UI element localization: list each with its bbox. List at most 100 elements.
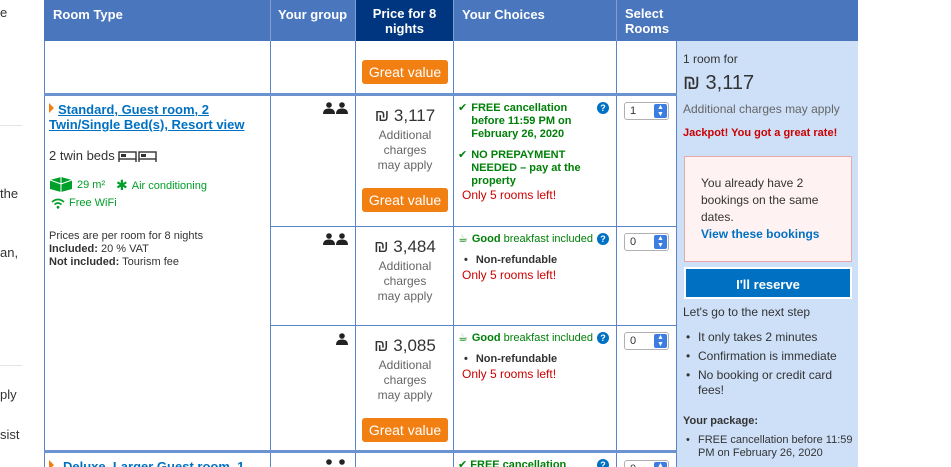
benefit-item: Confirmation is immediate bbox=[683, 347, 855, 366]
bed-label: 2 twin beds bbox=[49, 148, 115, 163]
header-price: Price for 8 nights bbox=[356, 0, 454, 41]
help-icon[interactable]: ? bbox=[597, 102, 609, 114]
price-info-not-included: Not included: Tourism fee bbox=[49, 256, 203, 269]
additional-charges: Additional charges may apply bbox=[377, 128, 433, 172]
benefit-item: No booking or credit card fees! bbox=[683, 368, 855, 398]
room-title-link[interactable]: Standard, Guest room, 2 Twin/Single Bed(… bbox=[49, 102, 264, 132]
select-arrows-icon: ▲▼ bbox=[654, 334, 667, 348]
additional-charges: Additional charges may apply bbox=[683, 102, 840, 116]
cancellation-text: FREE cancellation bbox=[470, 459, 567, 467]
fragment-text: e bbox=[0, 5, 8, 20]
price-info: Prices are per room for 8 nights Include… bbox=[49, 230, 203, 269]
meal-rating: Good bbox=[471, 233, 501, 245]
included-value: 20 % VAT bbox=[100, 243, 149, 255]
check-icon: ✔ bbox=[458, 459, 468, 467]
refund-policy: • Non-refundable bbox=[458, 254, 598, 267]
cancellation-text: FREE cancellation before 11:59 PM on Feb… bbox=[471, 102, 572, 140]
rooms-left: Only 5 rooms left! bbox=[462, 188, 557, 202]
fragment-text: the bbox=[0, 186, 19, 201]
help-icon[interactable]: ? bbox=[597, 233, 609, 245]
room-quantity-select[interactable]: 1 ▲ ▼ bbox=[624, 102, 669, 120]
rooms-left: Only 5 rooms left! bbox=[462, 268, 557, 282]
table-header: Room Type Your group Price for 8 nights … bbox=[44, 0, 677, 41]
additional-charges: Additional charges may apply bbox=[377, 358, 433, 402]
coffee-cup-icon: ☕ bbox=[458, 332, 468, 344]
room-size-icon bbox=[49, 177, 73, 192]
bullet-icon: • bbox=[464, 254, 468, 266]
meal-plan: ☕ Good breakfast included bbox=[458, 233, 598, 246]
option-choices: ☕ Good breakfast included • Non-refundab… bbox=[458, 332, 598, 381]
two-guests-icon bbox=[323, 102, 348, 114]
help-icon[interactable]: ? bbox=[597, 332, 609, 344]
great-value-badge: Great value bbox=[362, 418, 448, 442]
reserve-button[interactable]: I'll reserve bbox=[684, 267, 852, 299]
aircon-label: Air conditioning bbox=[131, 179, 207, 192]
room-quantity-select[interactable]: 0 ▲▼ bbox=[624, 460, 669, 467]
one-guest-icon bbox=[336, 333, 348, 345]
column-divider bbox=[44, 41, 45, 467]
room-quantity-select[interactable]: 0 ▲▼ bbox=[624, 233, 669, 251]
bullet-icon: • bbox=[464, 353, 468, 365]
great-value-badge: Great value bbox=[362, 60, 448, 84]
row-divider bbox=[271, 325, 677, 326]
room-quantity-select[interactable]: 0 ▲▼ bbox=[624, 332, 669, 350]
column-divider bbox=[616, 41, 617, 467]
divider bbox=[0, 125, 22, 126]
price-info-line: Prices are per room for 8 nights bbox=[49, 230, 204, 242]
package-list: FREE cancellation before 11:59 PM on Feb… bbox=[683, 434, 853, 460]
package-title: Your package: bbox=[683, 415, 758, 427]
two-guests-icon bbox=[326, 459, 345, 465]
select-arrows-icon: ▲▼ bbox=[654, 104, 667, 118]
refund-policy: • Non-refundable bbox=[458, 353, 598, 366]
fragment-text: ply bbox=[0, 387, 17, 402]
select-arrows-icon: ▲▼ bbox=[654, 462, 667, 467]
help-icon[interactable]: ? bbox=[597, 459, 609, 467]
option-choices: ✔ FREE cancellation bbox=[458, 459, 566, 467]
fragment-text: sist bbox=[0, 427, 20, 442]
wifi-label: Free WiFi bbox=[69, 197, 117, 209]
column-divider bbox=[270, 41, 271, 467]
snowflake-icon: ✱ bbox=[116, 177, 128, 193]
free-wifi: Free WiFi bbox=[51, 197, 117, 209]
header-select-rooms: Select Rooms bbox=[625, 6, 670, 36]
header-your-group: Your group bbox=[271, 0, 356, 41]
room-size-label: 29 m² bbox=[77, 178, 106, 191]
option-choices: ☕ Good breakfast included • Non-refundab… bbox=[458, 233, 598, 282]
next-step-text: Let's go to the next step bbox=[683, 305, 811, 319]
meal-rating: Good bbox=[471, 332, 501, 344]
select-value: 0 bbox=[630, 236, 637, 248]
existing-bookings-notice: You already have 2 bookings on the same … bbox=[684, 156, 852, 262]
additional-charges: Additional charges may apply bbox=[377, 259, 433, 303]
not-included-label: Not included: bbox=[49, 256, 120, 268]
select-arrows-icon: ▲▼ bbox=[654, 235, 667, 249]
room-title-link[interactable]: Deluxe, Larger Guest room, 1 bbox=[49, 459, 264, 467]
bed-icon bbox=[118, 150, 157, 162]
option-price: ₪ 3,085 bbox=[374, 336, 436, 355]
room-count: 1 room for bbox=[683, 52, 738, 66]
reservation-sidebar: 1 room for ₪ 3,117 Additional charges ma… bbox=[677, 0, 858, 467]
row-divider bbox=[44, 93, 677, 96]
sidebar-header bbox=[677, 0, 858, 41]
cancellation-policy: ✔ FREE cancellation before 11:59 PM on F… bbox=[458, 102, 598, 141]
row-divider bbox=[44, 450, 677, 453]
wifi-icon bbox=[51, 198, 65, 209]
option-price: ₪ 3,117 bbox=[374, 106, 436, 125]
benefit-item: It only takes 2 minutes bbox=[683, 328, 855, 347]
row-divider bbox=[271, 226, 677, 227]
package-item: FREE cancellation before 11:59 PM on Feb… bbox=[683, 434, 853, 460]
meal-text: breakfast included bbox=[503, 233, 593, 245]
notice-text: You already have 2 bookings on the same … bbox=[701, 176, 819, 224]
header-your-choices: Your Choices bbox=[454, 0, 617, 41]
view-bookings-link[interactable]: View these bookings bbox=[701, 227, 819, 241]
select-value: 0 bbox=[630, 335, 637, 347]
room-table: Room Type Your group Price for 8 nights … bbox=[44, 0, 677, 467]
refund-text: Non-refundable bbox=[475, 353, 558, 365]
option-price: ₪ 3,484 bbox=[374, 237, 436, 256]
meal-text: breakfast included bbox=[503, 332, 593, 344]
great-value-badge: Great value bbox=[362, 188, 448, 212]
rooms-left: Only 5 rooms left! bbox=[462, 367, 557, 381]
room-size: 29 m² bbox=[49, 177, 105, 192]
divider bbox=[0, 365, 22, 366]
header-room-type: Room Type bbox=[44, 0, 271, 41]
not-included-value: Tourism fee bbox=[122, 256, 179, 268]
